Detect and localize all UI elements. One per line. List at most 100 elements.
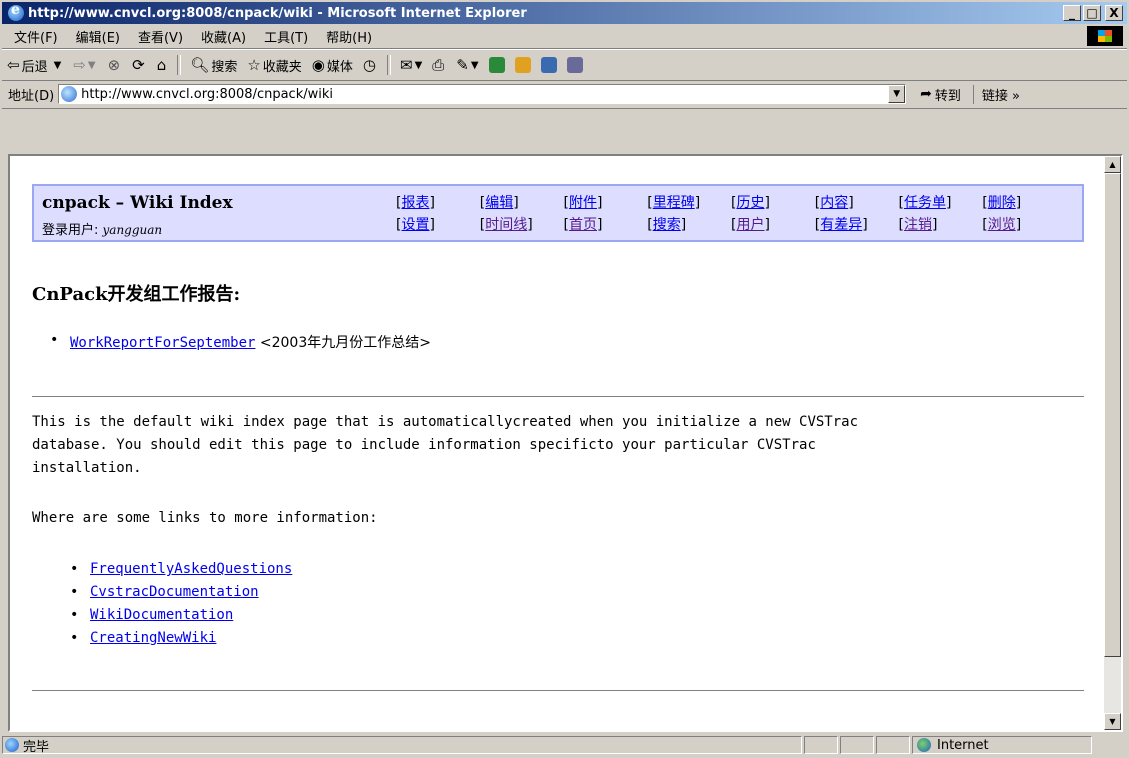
scroll-down-button[interactable]: ▼	[1104, 713, 1121, 730]
research-icon	[514, 57, 531, 73]
nav-users-link[interactable]: 用户	[736, 217, 764, 233]
discuss-icon	[488, 57, 505, 73]
extra-button[interactable]	[562, 57, 588, 73]
divider	[32, 690, 1084, 692]
vertical-scrollbar[interactable]: ▲ ▼	[1104, 156, 1121, 730]
stop-button[interactable]: ⊗	[103, 56, 128, 74]
status-text: 完毕	[23, 739, 50, 755]
intro-paragraph: This is the default wiki index page that…	[32, 414, 859, 476]
menu-edit[interactable]: 编辑(E)	[67, 27, 129, 46]
wiki-nav: [报表] [编辑] [附件] [里程碑] [历史] [内容] [任务单] [删除…	[396, 195, 1022, 233]
nav-browse-link[interactable]: 浏览	[988, 217, 1016, 233]
menu-view[interactable]: 查看(V)	[129, 27, 192, 46]
maximize-button[interactable]: □	[1083, 5, 1101, 21]
nav-logout-link[interactable]: 注销	[904, 217, 932, 233]
media-button[interactable]: ◉ 媒体	[307, 56, 358, 75]
nav-diff-link[interactable]: 有差异	[820, 217, 862, 233]
edit-icon: ✎	[456, 56, 469, 74]
nav-tickets-link[interactable]: 任务单	[904, 195, 946, 211]
links-button[interactable]: 链接 »	[972, 84, 1020, 104]
status-main: 完毕	[2, 736, 802, 755]
favorites-icon: ☆	[247, 56, 261, 74]
back-arrow-icon: ⇦	[7, 56, 20, 74]
mail-dropdown-icon: ▼	[414, 59, 423, 71]
favorites-button[interactable]: ☆ 收藏夹	[242, 56, 306, 75]
ie-icon	[8, 2, 24, 21]
favorites-label: 收藏夹	[262, 59, 302, 75]
scroll-thumb[interactable]	[1104, 173, 1121, 657]
mail-button[interactable]: ✉ ▼	[395, 56, 427, 74]
search-icon: 🔍︎	[190, 56, 210, 74]
home-button[interactable]: ⌂	[152, 56, 174, 74]
faq-link[interactable]: FrequentlyAskedQuestions	[90, 561, 292, 577]
forward-arrow-icon: ⇨	[73, 56, 86, 74]
login-info: 登录用户: yangguan	[42, 219, 162, 238]
wiki-page: cnpack – Wiki Index 登录用户: yangguan [报表] …	[10, 156, 1104, 730]
minimize-button[interactable]: _	[1063, 5, 1081, 21]
zone-label: Internet	[937, 737, 989, 753]
history-button[interactable]: ◷	[358, 56, 383, 74]
search-label: 搜索	[211, 59, 238, 75]
login-prefix: 登录用户:	[42, 223, 103, 238]
nav-milestones-link[interactable]: 里程碑	[653, 195, 695, 211]
edit-button[interactable]: ✎ ▼	[451, 56, 483, 74]
nav-search-link[interactable]: 搜索	[653, 217, 681, 233]
forward-button[interactable]: ⇨ ▼	[68, 56, 102, 74]
cvstrac-doc-link[interactable]: CvstracDocumentation	[90, 584, 259, 600]
status-cell	[804, 736, 838, 754]
menu-file[interactable]: 文件(F)	[2, 27, 67, 46]
nav-history-link[interactable]: 历史	[736, 195, 764, 211]
menu-bar: 文件(F) 编辑(E) 查看(V) 收藏(A) 工具(T) 帮助(H)	[2, 24, 1127, 49]
list-item: WorkReportForSeptember <2003年九月份工作总结>	[50, 332, 431, 352]
info-links: FrequentlyAskedQuestions CvstracDocument…	[70, 558, 292, 650]
messenger-button[interactable]	[536, 57, 562, 73]
new-wiki-link[interactable]: CreatingNewWiki	[90, 630, 216, 646]
nav-contents-link[interactable]: 内容	[820, 195, 848, 211]
menu-favorites[interactable]: 收藏(A)	[192, 27, 255, 46]
address-dropdown-button[interactable]: ▼	[888, 85, 906, 103]
caption-buttons: _ □ X	[1063, 5, 1123, 21]
nav-reports-link[interactable]: 报表	[401, 195, 429, 211]
security-zone: Internet	[912, 736, 1092, 754]
report-list: WorkReportForSeptember <2003年九月份工作总结>	[50, 332, 431, 352]
go-button[interactable]: ➦ 转到	[914, 85, 967, 104]
more-info-text: Where are some links to more information…	[32, 510, 378, 526]
nav-setup-link[interactable]: 设置	[401, 217, 429, 233]
back-button[interactable]: ⇦ 后退 ▼	[2, 56, 68, 75]
home-icon: ⌂	[156, 56, 167, 74]
nav-edit-link[interactable]: 编辑	[485, 195, 513, 211]
page-viewport: cnpack – Wiki Index 登录用户: yangguan [报表] …	[8, 154, 1123, 732]
address-field[interactable]: ▼	[58, 84, 907, 104]
report-heading: CnPack开发组工作报告:	[32, 284, 241, 305]
menu-tools[interactable]: 工具(T)	[255, 27, 317, 46]
scroll-up-button[interactable]: ▲	[1104, 156, 1121, 173]
refresh-button[interactable]: ⟳	[127, 56, 152, 74]
address-input[interactable]	[81, 86, 882, 102]
forward-dropdown-icon: ▼	[87, 59, 96, 71]
nav-delete-link[interactable]: 删除	[988, 195, 1016, 211]
back-dropdown-icon: ▼	[53, 59, 62, 71]
print-button[interactable]: ⎙	[427, 56, 451, 74]
back-label: 后退	[21, 59, 48, 75]
list-item: WikiDocumentation	[70, 604, 292, 627]
address-bar: 地址(D) ▼ ➦ 转到 链接 »	[2, 80, 1127, 109]
title-bar: http://www.cnvcl.org:8008/cnpack/wiki - …	[2, 2, 1127, 24]
nav-timeline-link[interactable]: 时间线	[485, 217, 527, 233]
edit-dropdown-icon: ▼	[470, 59, 479, 71]
site-title: cnpack – Wiki Index	[42, 193, 233, 213]
nav-home-link[interactable]: 首页	[569, 217, 597, 233]
wiki-doc-link[interactable]: WikiDocumentation	[90, 607, 233, 623]
nav-attachments-link[interactable]: 附件	[569, 195, 597, 211]
page-done-icon	[5, 738, 19, 752]
research-button[interactable]	[510, 57, 536, 73]
work-report-link[interactable]: WorkReportForSeptember	[70, 335, 255, 351]
menu-help[interactable]: 帮助(H)	[317, 27, 381, 46]
standard-toolbar: ⇦ 后退 ▼ ⇨ ▼ ⊗ ⟳ ⌂ 🔍︎ 搜索 ☆ 收藏夹 ◉ 媒体 ◷ ✉ ▼ ⎙…	[2, 49, 1127, 81]
internet-zone-icon	[917, 738, 931, 752]
discuss-button[interactable]	[484, 57, 510, 73]
close-button[interactable]: X	[1105, 5, 1123, 21]
print-icon: ⎙	[432, 56, 445, 74]
wiki-header: cnpack – Wiki Index 登录用户: yangguan [报表] …	[32, 184, 1084, 242]
status-bar: 完毕 Internet	[2, 734, 1127, 756]
search-button[interactable]: 🔍︎ 搜索	[185, 56, 242, 75]
